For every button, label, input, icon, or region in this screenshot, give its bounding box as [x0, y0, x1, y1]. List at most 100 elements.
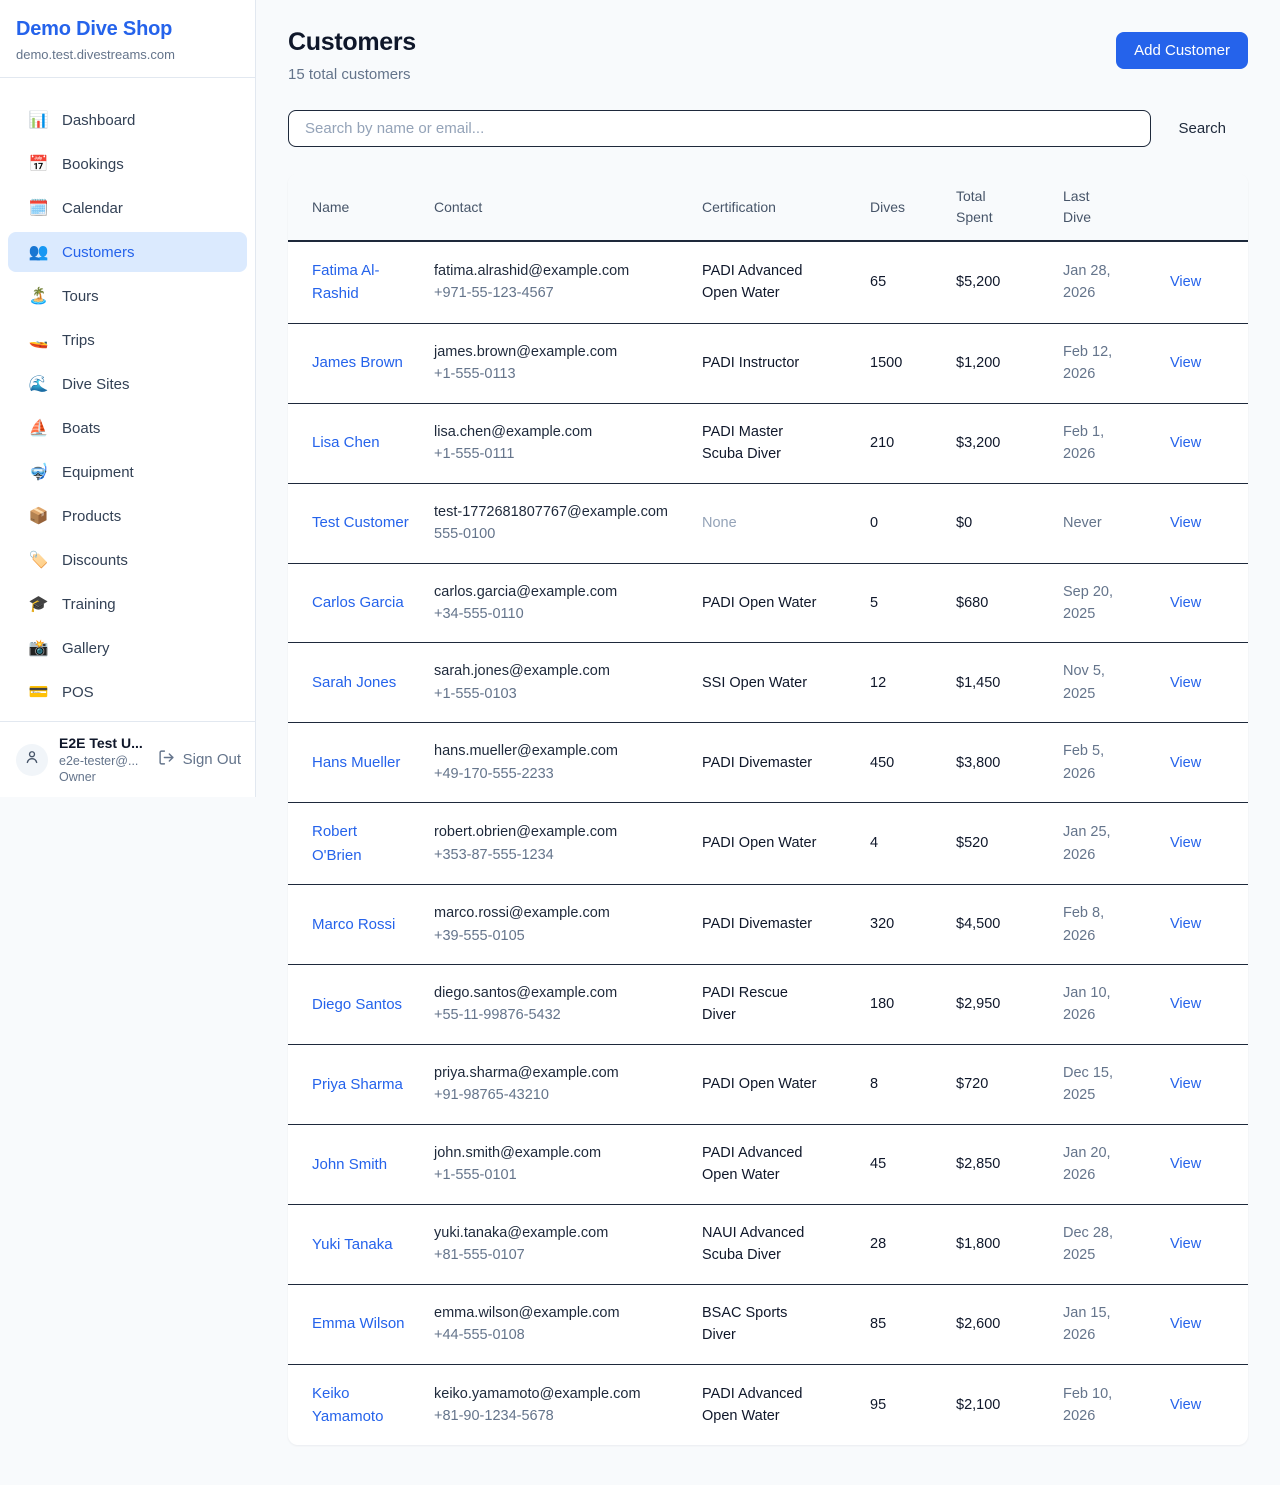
- sidebar-item-label: Gallery: [62, 640, 110, 657]
- sidebar-item-dashboard[interactable]: 📊 Dashboard: [8, 100, 247, 140]
- customer-name-link[interactable]: Sarah Jones: [312, 671, 396, 694]
- view-link[interactable]: View: [1170, 1397, 1201, 1413]
- search-input[interactable]: [288, 110, 1151, 147]
- sign-out-button[interactable]: Sign Out: [158, 749, 241, 770]
- discounts-icon: 🏷️: [28, 550, 49, 570]
- customer-dives: 210: [870, 403, 956, 483]
- sidebar-item-tours[interactable]: 🏝️ Tours: [8, 276, 247, 316]
- table-row: Keiko Yamamoto keiko.yamamoto@example.co…: [288, 1364, 1248, 1445]
- customer-name-link[interactable]: Test Customer: [312, 511, 409, 534]
- customer-email: fatima.alrashid@example.com: [434, 260, 678, 282]
- gallery-icon: 📸: [28, 638, 49, 658]
- sidebar-item-trips[interactable]: 🚤 Trips: [8, 320, 247, 360]
- customer-total-spent: $1,200: [956, 323, 1063, 403]
- customer-name-link[interactable]: Keiko Yamamoto: [312, 1382, 410, 1429]
- customer-total-spent: $1,800: [956, 1204, 1063, 1284]
- customer-dives: 320: [870, 885, 956, 965]
- tours-icon: 🏝️: [28, 286, 49, 306]
- sidebar-item-label: Tours: [62, 288, 99, 305]
- sidebar-item-bookings[interactable]: 📅 Bookings: [8, 144, 247, 184]
- customer-dives: 28: [870, 1204, 956, 1284]
- customer-email: robert.obrien@example.com: [434, 821, 678, 843]
- sidebar-item-calendar[interactable]: 🗓️ Calendar: [8, 188, 247, 228]
- view-link[interactable]: View: [1170, 1316, 1201, 1332]
- customer-total-spent: $5,200: [956, 241, 1063, 323]
- customer-name-link[interactable]: Lisa Chen: [312, 431, 380, 454]
- sidebar-item-customers[interactable]: 👥 Customers: [8, 232, 247, 272]
- sidebar-item-label: Calendar: [62, 200, 123, 217]
- customer-certification: BSAC Sports Diver: [702, 1302, 824, 1347]
- customer-name-link[interactable]: Fatima Al-Rashid: [312, 259, 410, 306]
- customer-dives: 45: [870, 1124, 956, 1204]
- column-header-contact: Contact: [434, 174, 702, 241]
- table-row: Carlos Garcia carlos.garcia@example.com …: [288, 563, 1248, 643]
- customer-certification: PADI Divemaster: [702, 913, 824, 935]
- customer-last-dive: Jan 10, 2026: [1063, 982, 1125, 1027]
- view-link[interactable]: View: [1170, 755, 1201, 771]
- customer-name-link[interactable]: Yuki Tanaka: [312, 1233, 393, 1256]
- customer-phone: +1-555-0103: [434, 683, 678, 705]
- customer-certification: PADI Divemaster: [702, 752, 824, 774]
- customer-name-link[interactable]: Priya Sharma: [312, 1073, 403, 1096]
- sign-out-icon: [158, 749, 175, 770]
- customer-dives: 1500: [870, 323, 956, 403]
- customer-phone: +44-555-0108: [434, 1324, 678, 1346]
- sidebar-item-dive-sites[interactable]: 🌊 Dive Sites: [8, 364, 247, 404]
- table-row: Lisa Chen lisa.chen@example.com +1-555-0…: [288, 403, 1248, 483]
- view-link[interactable]: View: [1170, 515, 1201, 531]
- customer-name-link[interactable]: Emma Wilson: [312, 1312, 405, 1335]
- table-row: Test Customer test-1772681807767@example…: [288, 483, 1248, 563]
- customer-name-link[interactable]: Diego Santos: [312, 993, 402, 1016]
- view-link[interactable]: View: [1170, 916, 1201, 932]
- customer-phone: +55-11-99876-5432: [434, 1004, 678, 1026]
- table-row: James Brown james.brown@example.com +1-5…: [288, 323, 1248, 403]
- sidebar-item-gallery[interactable]: 📸 Gallery: [8, 628, 247, 668]
- customer-certification: PADI Advanced Open Water: [702, 1383, 824, 1428]
- sidebar: Demo Dive Shop demo.test.divestreams.com…: [0, 0, 256, 797]
- sidebar-item-pos[interactable]: 💳 POS: [8, 672, 247, 712]
- customers-table-card: Name Contact Certification Dives Total S…: [288, 174, 1248, 1445]
- sidebar-item-equipment[interactable]: 🤿 Equipment: [8, 452, 247, 492]
- view-link[interactable]: View: [1170, 355, 1201, 371]
- user-info: E2E Test U... e2e-tester@... Owner: [59, 734, 147, 785]
- view-link[interactable]: View: [1170, 1156, 1201, 1172]
- view-link[interactable]: View: [1170, 1076, 1201, 1092]
- add-customer-button[interactable]: Add Customer: [1116, 32, 1248, 69]
- view-link[interactable]: View: [1170, 835, 1201, 851]
- customer-name-link[interactable]: Carlos Garcia: [312, 591, 404, 614]
- customer-certification: PADI Open Water: [702, 592, 824, 614]
- customer-phone: +39-555-0105: [434, 925, 678, 947]
- customer-dives: 180: [870, 965, 956, 1045]
- customer-phone: +34-555-0110: [434, 603, 678, 625]
- sidebar-item-label: Dashboard: [62, 112, 135, 129]
- equipment-icon: 🤿: [28, 462, 49, 482]
- view-link[interactable]: View: [1170, 274, 1201, 290]
- customer-last-dive: Nov 5, 2025: [1063, 660, 1125, 705]
- customer-email: test-1772681807767@example.com: [434, 501, 678, 523]
- view-link[interactable]: View: [1170, 435, 1201, 451]
- table-row: Robert O'Brien robert.obrien@example.com…: [288, 803, 1248, 885]
- customer-email: james.brown@example.com: [434, 341, 678, 363]
- sidebar-item-products[interactable]: 📦 Products: [8, 496, 247, 536]
- customer-name-link[interactable]: James Brown: [312, 351, 403, 374]
- bookings-icon: 📅: [28, 154, 49, 174]
- customer-name-link[interactable]: Robert O'Brien: [312, 820, 410, 867]
- sidebar-item-boats[interactable]: ⛵ Boats: [8, 408, 247, 448]
- customer-dives: 450: [870, 723, 956, 803]
- customer-dives: 65: [870, 241, 956, 323]
- customer-name-link[interactable]: Hans Mueller: [312, 751, 400, 774]
- customer-email: hans.mueller@example.com: [434, 740, 678, 762]
- customer-name-link[interactable]: Marco Rossi: [312, 913, 395, 936]
- customer-name-link[interactable]: John Smith: [312, 1153, 387, 1176]
- sidebar-item-training[interactable]: 🎓 Training: [8, 584, 247, 624]
- view-link[interactable]: View: [1170, 595, 1201, 611]
- view-link[interactable]: View: [1170, 996, 1201, 1012]
- training-icon: 🎓: [28, 594, 49, 614]
- view-link[interactable]: View: [1170, 675, 1201, 691]
- sidebar-item-label: Discounts: [62, 552, 128, 569]
- sidebar-item-discounts[interactable]: 🏷️ Discounts: [8, 540, 247, 580]
- table-body: Fatima Al-Rashid fatima.alrashid@example…: [288, 241, 1248, 1445]
- column-header-actions: [1170, 174, 1248, 241]
- view-link[interactable]: View: [1170, 1236, 1201, 1252]
- search-button[interactable]: Search: [1151, 120, 1248, 137]
